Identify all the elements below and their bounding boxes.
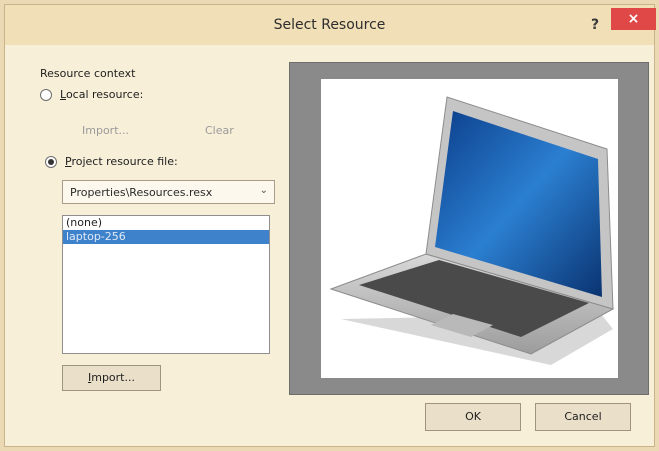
dialog-body: Resource context Local resource: Import.… (5, 45, 654, 446)
close-icon: × (627, 11, 640, 27)
local-resource-radio[interactable] (40, 88, 52, 101)
title-bar: Select Resource ? × (5, 5, 656, 45)
resource-file-value: Properties\Resources.resx (70, 186, 213, 199)
local-resource-option[interactable]: Local resource: (40, 88, 143, 101)
select-resource-dialog: Select Resource ? × Resource context Loc… (4, 4, 656, 447)
laptop-icon (329, 96, 615, 365)
preview-panel (289, 62, 649, 395)
local-import-button[interactable]: Import... (82, 124, 129, 137)
project-resource-option[interactable]: Project resource file: (45, 155, 178, 168)
close-button[interactable]: × (611, 8, 656, 30)
cancel-button[interactable]: Cancel (535, 403, 631, 431)
resource-list[interactable]: (none) laptop-256 (62, 215, 270, 354)
project-resource-label: Project resource file: (65, 155, 178, 168)
project-resource-radio[interactable] (45, 155, 57, 168)
ok-button[interactable]: OK (425, 403, 521, 431)
local-clear-button[interactable]: Clear (205, 124, 234, 137)
chevron-down-icon: ⌄ (259, 185, 268, 196)
resource-file-dropdown[interactable]: Properties\Resources.resx ⌄ (62, 180, 275, 204)
local-resource-label: Local resource: (60, 88, 144, 101)
list-item-laptop-256[interactable]: laptop-256 (63, 230, 269, 244)
import-button[interactable]: Import... (62, 365, 161, 391)
list-item-none[interactable]: (none) (63, 216, 269, 230)
help-button[interactable]: ? (584, 15, 606, 35)
dialog-title: Select Resource (273, 17, 386, 33)
laptop-preview-image (321, 79, 618, 378)
resource-context-label: Resource context (40, 67, 136, 80)
